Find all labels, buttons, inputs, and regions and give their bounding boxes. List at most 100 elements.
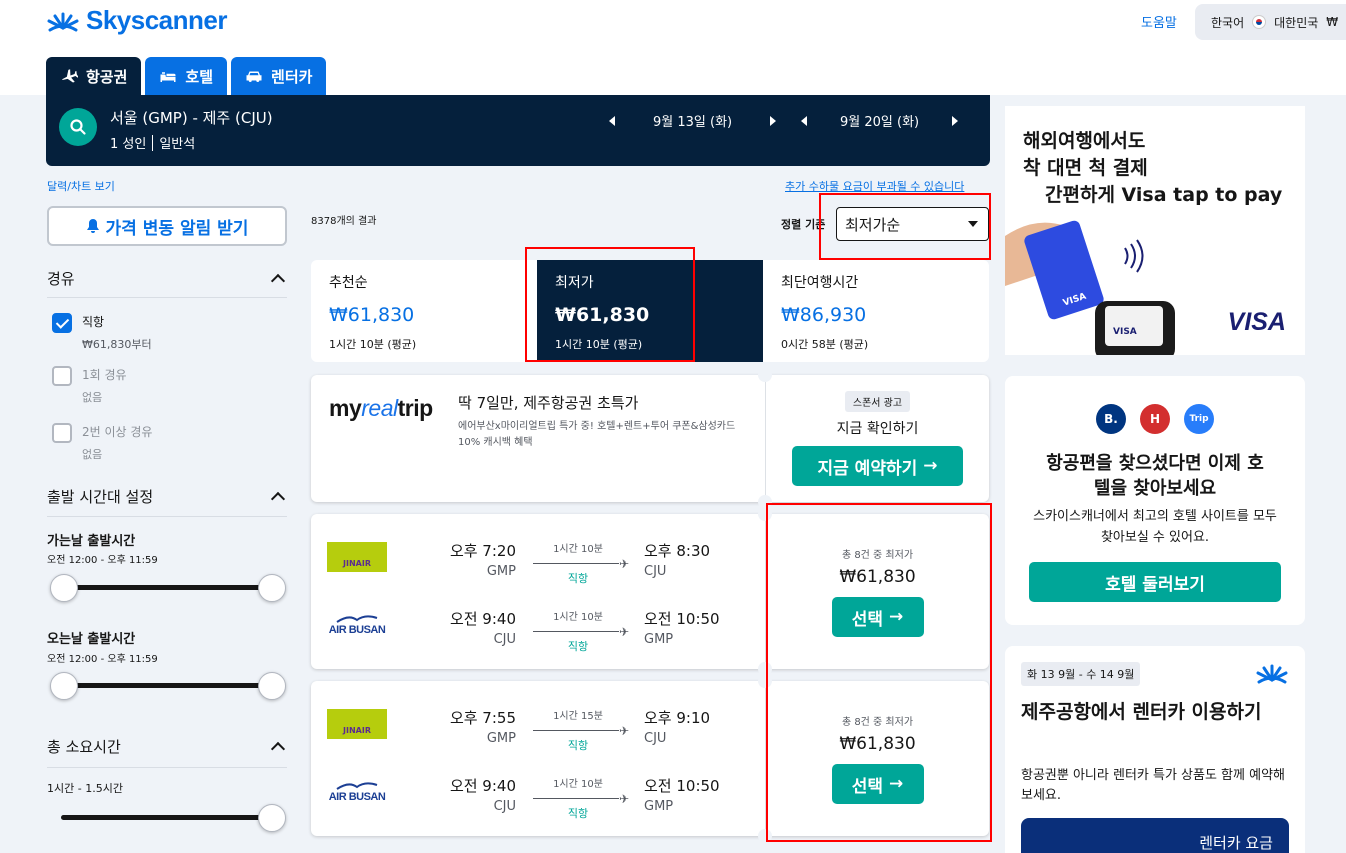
stops-option-two-plus[interactable]: 2번 이상 경유 없음 (52, 423, 152, 462)
slider-handle-min[interactable] (50, 574, 78, 602)
slider-track (61, 683, 273, 688)
next-date-icon[interactable] (770, 115, 777, 126)
slider-handle-min[interactable] (50, 672, 78, 700)
outbound-leg: JINAIR 오후 7:20 GMP 1시간 10분 ✈ 직항 오후 8:30 … (311, 536, 765, 586)
car-hire-promo-card[interactable]: 화 13 9월 - 수 14 9월 제주공항에서 렌터카 이용하기 항공권뿐 아… (1005, 646, 1305, 853)
stops-option-one[interactable]: 1회 경유 없음 (52, 366, 127, 405)
sort-tab-best[interactable]: 추천순 ₩61,830 1시간 10분 (평균) (311, 260, 537, 362)
chevron-up-icon (270, 491, 286, 507)
search-button[interactable] (59, 108, 97, 146)
visa-ad-line: 착 대면 척 결제 (1023, 157, 1148, 179)
browse-hotels-label: 호텔 둘러보기 (1105, 574, 1205, 595)
passenger-info[interactable]: 1 성인 일반석 (110, 133, 195, 152)
tab-hotels[interactable]: 호텔 (145, 57, 228, 95)
ad-title: 딱 7일만, 제주항공권 초특가 (458, 394, 639, 412)
car-price-banner[interactable]: 렌터카 요금 (1021, 818, 1289, 853)
book-now-button[interactable]: 지금 예약하기 → (792, 446, 963, 486)
price-alert-label: 가격 변동 알림 받기 (105, 218, 249, 239)
hotel-promo-title: 항공편을 찾으셨다면 이제 호텔을 찾아보세요 (1046, 453, 1264, 499)
stops-option-direct[interactable]: 직항 ₩61,830부터 (52, 313, 152, 352)
return-time-label: 오는날 출발시간 (47, 632, 136, 647)
route-line (533, 730, 619, 731)
car-icon (246, 71, 262, 82)
flight-result-card[interactable]: JINAIR 오후 7:55 GMP 1시간 15분 ✈ 직항 오후 9:10 … (311, 674, 989, 843)
browse-hotels-button[interactable]: 호텔 둘러보기 (1029, 562, 1281, 602)
top-header: Skyscanner 도움말 한국어 대한민국 ₩ 항공권 호텔 렌터카 (0, 0, 1346, 95)
tab-label: 항공권 (86, 67, 128, 86)
departure-airport: CJU (493, 632, 516, 647)
arrow-right-icon: → (889, 607, 904, 627)
time-filter-header[interactable]: 출발 시간대 설정 (47, 486, 287, 507)
arrival-airport: CJU (644, 731, 667, 746)
prev-date-icon[interactable] (609, 115, 615, 126)
visa-ad-copy: 해외여행에서도 착 대면 척 결제 간편하게 Visa tap to pay (1023, 128, 1282, 209)
plane-icon: ✈ (619, 724, 630, 738)
extra-fees-link[interactable]: 추가 수하물 요금이 부과될 수 있습니다 (785, 178, 964, 194)
tab-label: 렌터카 (271, 67, 313, 86)
sort-tab-fastest[interactable]: 최단여행시간 ₩86,930 0시간 58분 (평균) (763, 260, 989, 362)
sort-tab-cheapest[interactable]: 최저가 ₩61,830 1시간 10분 (평균) (537, 260, 763, 362)
arrival-time: 오전 10:50 (644, 610, 720, 628)
flight-itinerary[interactable]: JINAIR 오후 7:55 GMP 1시간 15분 ✈ 직항 오후 9:10 … (311, 681, 765, 836)
flight-duration: 1시간 15분 (553, 711, 603, 722)
slider-handle-max[interactable] (258, 672, 286, 700)
visa-advertisement[interactable]: 해외여행에서도 착 대면 척 결제 간편하게 Visa tap to pay V… (1005, 106, 1305, 355)
ad-content[interactable]: myrealtrip 딱 7일만, 제주항공권 초특가 에어부산x마이리얼트립 … (311, 375, 765, 502)
price-note: 총 8건 중 최저가 (841, 717, 914, 728)
stops-title: 경유 (47, 270, 75, 288)
arrival-time: 오전 10:50 (644, 777, 720, 795)
stops-filter-header[interactable]: 경유 (47, 268, 287, 289)
duration-range: 1시간 - 1.5시간 (47, 782, 123, 795)
help-link[interactable]: 도움말 (1141, 12, 1177, 31)
return-date[interactable]: 9월 20일 (화) (840, 111, 919, 130)
locale-selector[interactable]: 한국어 대한민국 ₩ (1195, 4, 1346, 40)
route-text[interactable]: 서울 (GMP) - 제주 (CJU) (110, 107, 273, 128)
slider-track (61, 815, 273, 820)
ad-subtitle: 지금 확인하기 (836, 421, 919, 437)
tab-car-hire[interactable]: 렌터카 (231, 57, 327, 95)
sort-value: 최저가순 (845, 215, 901, 234)
departure-airport: GMP (486, 731, 516, 746)
price-alert-button[interactable]: 가격 변동 알림 받기 (47, 206, 287, 246)
flight-duration: 1시간 10분 (553, 779, 603, 790)
sponsored-ad-card[interactable]: myrealtrip 딱 7일만, 제주항공권 초특가 에어부산x마이리얼트립 … (311, 368, 989, 509)
language-label: 한국어 (1211, 15, 1245, 30)
passenger-count: 1 성인 (110, 137, 147, 152)
airbusan-bird-icon (336, 782, 378, 790)
duration-slider[interactable] (47, 804, 287, 832)
sort-dropdown[interactable]: 최저가순 (836, 207, 989, 241)
hotel-brand-logos: B. H Trip (1005, 404, 1305, 434)
checkbox-checked[interactable] (52, 313, 72, 333)
arrival-airport: GMP (644, 799, 674, 814)
slider-handle-max[interactable] (258, 574, 286, 602)
flight-itinerary[interactable]: JINAIR 오후 7:20 GMP 1시간 10분 ✈ 직항 오후 8:30 … (311, 514, 765, 669)
slider-handle-max[interactable] (258, 804, 286, 832)
prev-date-icon[interactable] (801, 115, 807, 126)
flight-result-card[interactable]: JINAIR 오후 7:20 GMP 1시간 10분 ✈ 직항 오후 8:30 … (311, 507, 989, 676)
skyscanner-logo[interactable]: Skyscanner (46, 4, 227, 36)
checkbox[interactable] (52, 366, 72, 386)
calendar-chart-link[interactable]: 달력/차트 보기 (47, 178, 115, 194)
return-time-slider[interactable] (47, 672, 287, 700)
country-label: 대한민국 (1274, 15, 1319, 30)
car-price-banner-label: 렌터카 요금 (1199, 834, 1273, 852)
depart-date[interactable]: 9월 13일 (화) (653, 111, 732, 130)
next-date-icon[interactable] (952, 115, 959, 126)
airline-name: AIR BUSAN (328, 791, 386, 803)
sort-tab-duration: 0시간 58분 (평균) (781, 338, 869, 351)
arrival-time: 오후 8:30 (644, 542, 711, 560)
select-button[interactable]: 선택 → (831, 764, 924, 804)
cabin-class: 일반석 (159, 137, 196, 152)
search-summary-bar[interactable]: 서울 (GMP) - 제주 (CJU) 1 성인 일반석 9월 13일 (화) … (46, 95, 990, 166)
flight-duration: 1시간 10분 (553, 612, 603, 623)
divider (47, 516, 287, 517)
duration-filter-header[interactable]: 총 소요시간 (47, 736, 287, 757)
bell-icon (86, 219, 99, 233)
option-label: 1회 경유 (82, 368, 127, 382)
plane-icon: ✈ (619, 792, 630, 806)
outbound-time-slider[interactable] (47, 574, 287, 602)
sort-tab-duration: 1시간 10분 (평균) (329, 338, 417, 351)
select-button[interactable]: 선택 → (831, 597, 924, 637)
checkbox[interactable] (52, 423, 72, 443)
tab-flights[interactable]: 항공권 (46, 57, 142, 95)
